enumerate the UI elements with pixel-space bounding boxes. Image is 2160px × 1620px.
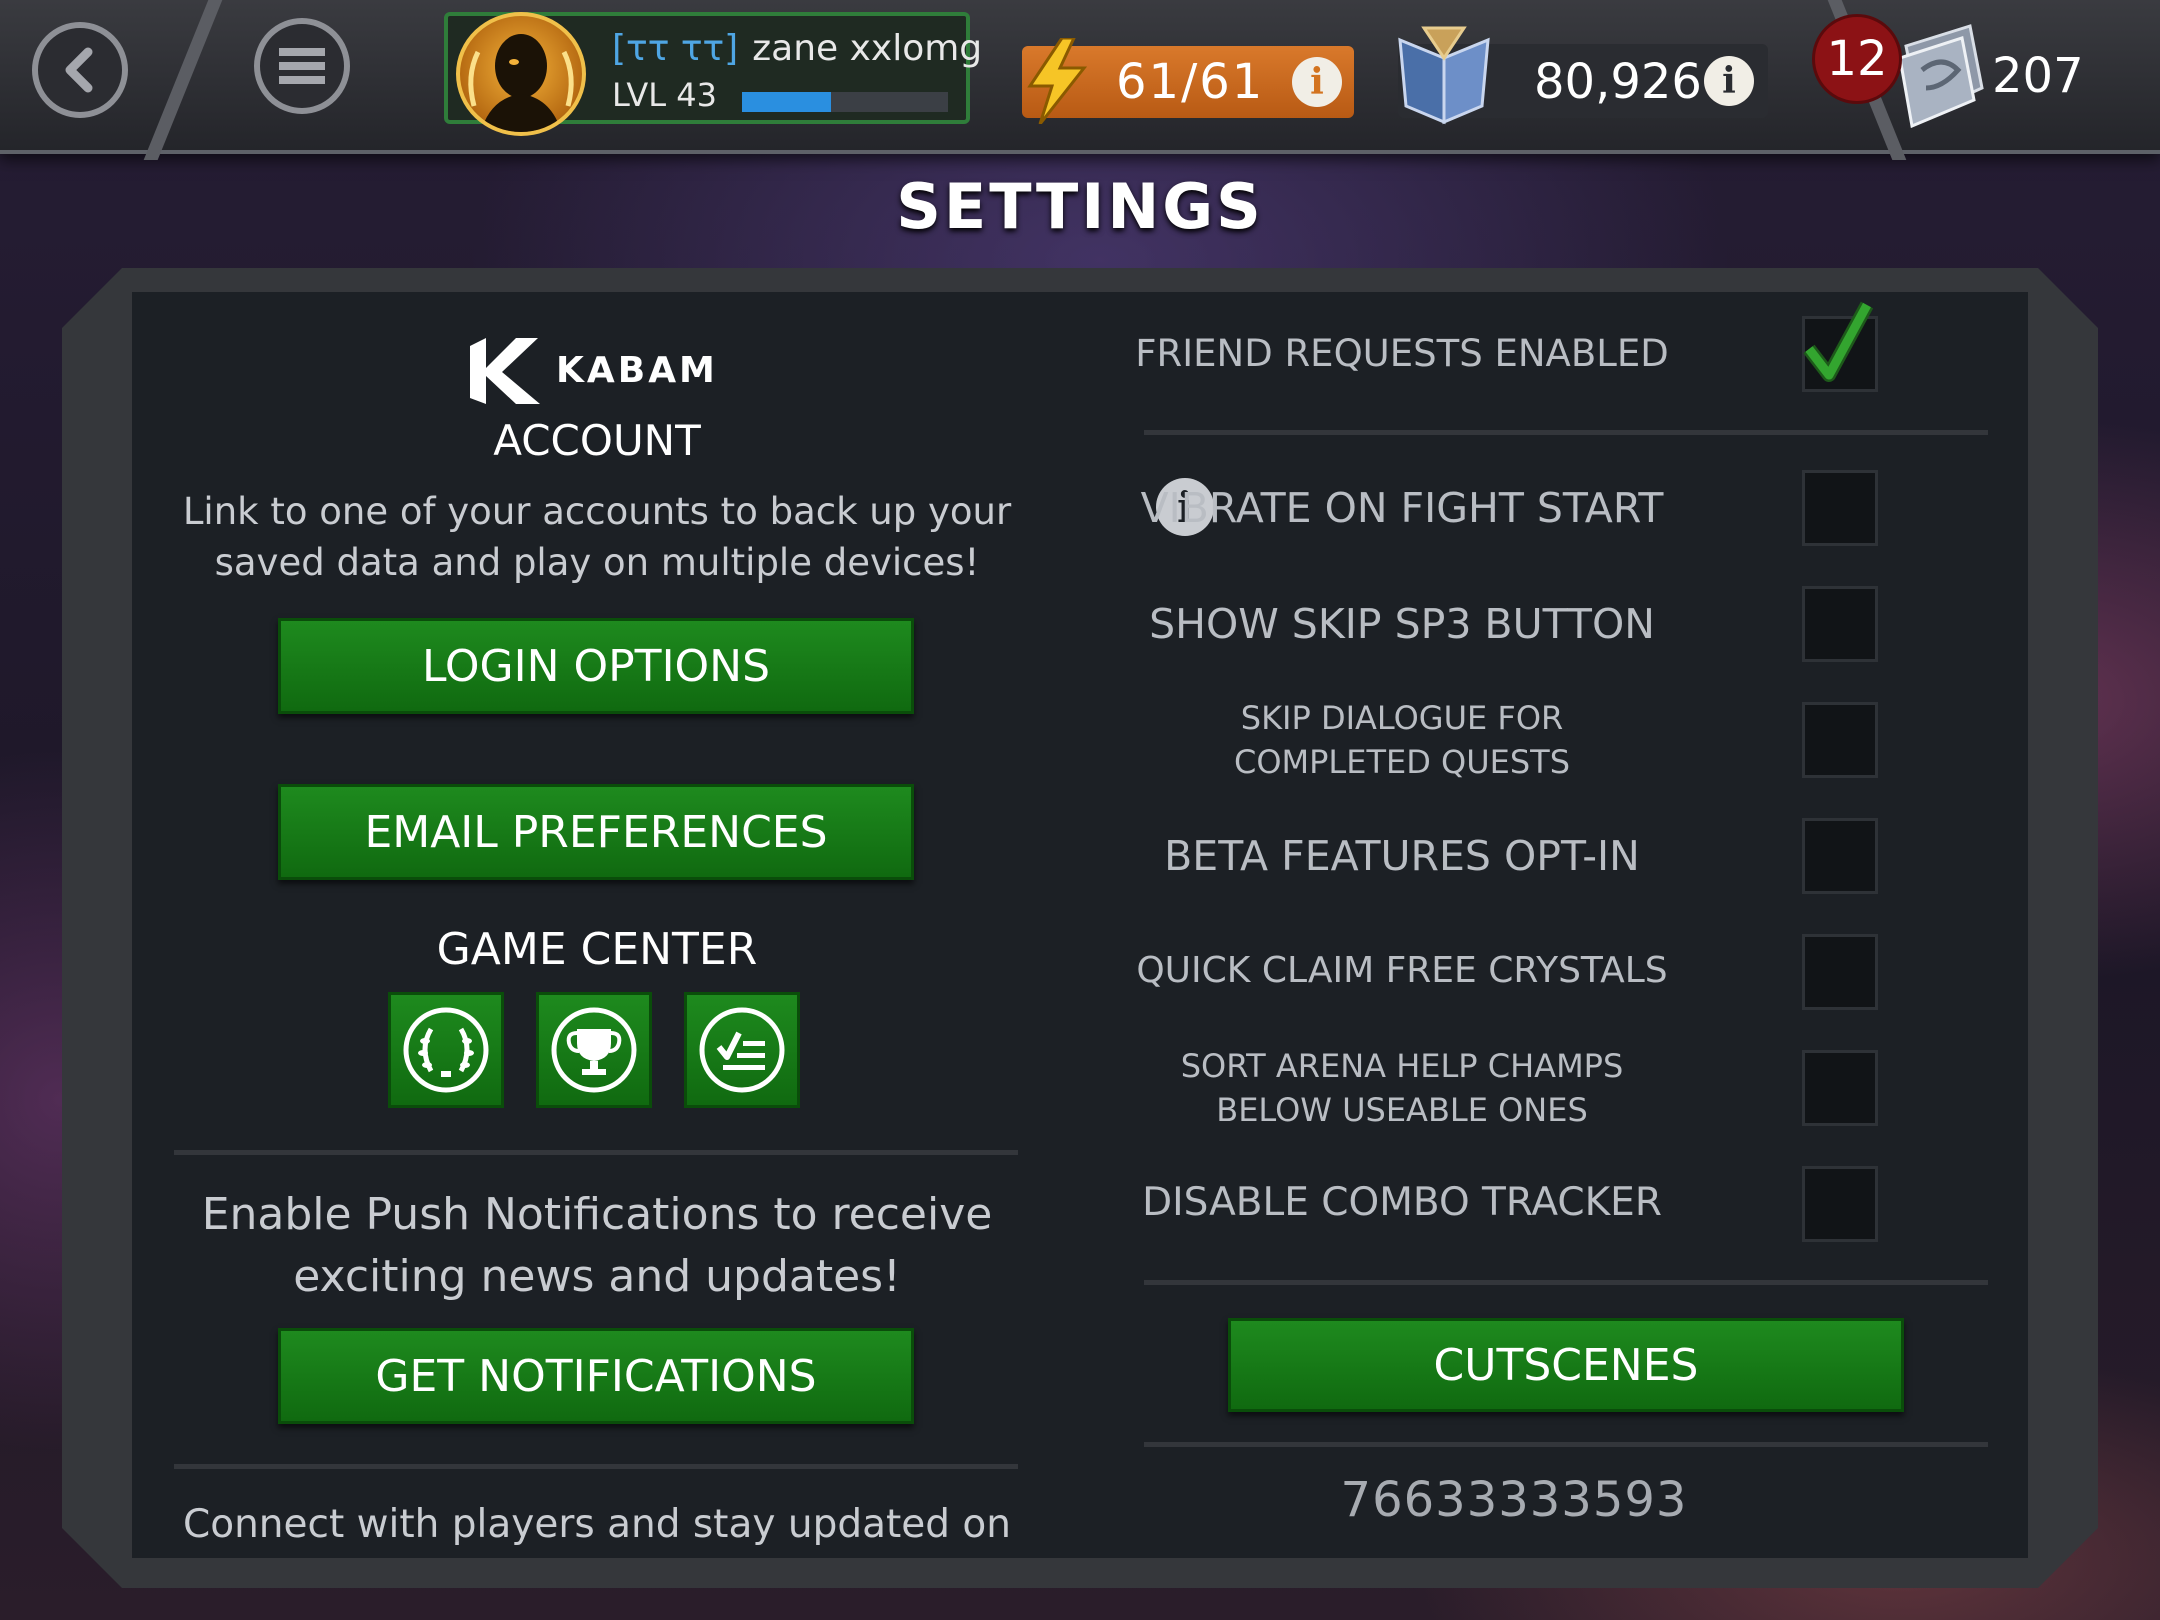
gold-meter[interactable]: 80,926 i <box>1398 26 1768 125</box>
settings-panel: KABAM ACCOUNT Link to one of your accoun… <box>132 292 2028 1558</box>
hamburger-menu-icon <box>279 48 325 84</box>
left-divider-2 <box>174 1464 1018 1469</box>
combo-tracker-checkbox[interactable] <box>1802 1166 1878 1242</box>
kabam-brand: KABAM <box>556 350 718 391</box>
crystal-count: 207 <box>1992 48 2084 104</box>
kabam-logo: KABAM <box>466 336 726 406</box>
skip-sp3-label: SHOW SKIP SP3 BUTTON <box>1149 600 1655 648</box>
checkmark-icon <box>1803 301 1874 382</box>
account-description-line1: Link to one of your accounts to back up … <box>182 490 1012 533</box>
friend-requests-label: FRIEND REQUESTS ENABLED <box>1135 332 1669 375</box>
push-description-line2: exciting news and updates! <box>293 1251 901 1302</box>
push-description: Enable Push Notifications to receive exc… <box>132 1184 1062 1308</box>
xp-progress-fill <box>742 92 831 112</box>
vibrate-checkbox[interactable] <box>1802 470 1878 546</box>
laurel-wreath-icon <box>403 1007 489 1093</box>
right-divider-2 <box>1144 1280 1988 1285</box>
xp-progress-bar <box>742 92 948 112</box>
alliance-tag: [ττ ττ] <box>612 28 739 69</box>
bar-divider <box>143 0 227 160</box>
account-heading: ACCOUNT <box>493 416 701 465</box>
trophy-icon <box>551 1007 637 1093</box>
game-center-heading: GAME CENTER <box>436 924 758 975</box>
push-description-line1: Enable Push Notifications to receive <box>201 1189 993 1240</box>
player-profile-card[interactable]: [ττ ττ] zane xxlomg LVL 43 <box>444 12 982 136</box>
left-divider-1 <box>174 1150 1018 1155</box>
lightning-bolt-icon <box>1027 38 1088 124</box>
sort-arena-line2: BELOW USEABLE ONES <box>1216 1091 1588 1129</box>
beta-features-checkbox[interactable] <box>1802 818 1878 894</box>
quick-claim-label: QUICK CLAIM FREE CRYSTALS <box>1136 950 1668 991</box>
vibrate-label: VIBRATE ON FIGHT START <box>1140 484 1664 532</box>
beta-features-label: BETA FEATURES OPT-IN <box>1164 832 1640 880</box>
leaderboards-button[interactable] <box>536 992 652 1108</box>
kabam-k-icon <box>470 338 540 404</box>
player-name-line: [ττ ττ] zane xxlomg <box>612 28 982 69</box>
sort-arena-checkbox[interactable] <box>1802 1050 1878 1126</box>
skip-dialogue-line2: COMPLETED QUESTS <box>1233 743 1571 781</box>
account-description-line2: saved data and play on multiple devices! <box>214 541 980 584</box>
gold-crystal-icon <box>1398 26 1490 125</box>
skip-dialogue-line1: SKIP DIALOGUE FOR <box>1240 699 1564 737</box>
player-avatar <box>456 12 586 136</box>
connect-text: Connect with players and stay updated on <box>182 1502 1011 1547</box>
cutscenes-button[interactable]: CUTSCENES <box>1228 1318 1904 1412</box>
achievements-button[interactable] <box>388 992 504 1108</box>
back-button[interactable] <box>32 22 128 118</box>
email-preferences-button[interactable]: EMAIL PREFERENCES <box>278 784 914 880</box>
checklist-icon <box>699 1007 785 1093</box>
right-divider-1 <box>1144 430 1988 435</box>
chevron-left-icon <box>65 47 93 93</box>
page-title: SETTINGS <box>896 170 1264 243</box>
player-name: zane xxlomg <box>752 28 983 69</box>
login-options-button[interactable]: LOGIN OPTIONS <box>278 618 914 714</box>
skip-sp3-checkbox[interactable] <box>1802 586 1878 662</box>
account-description: Link to one of your accounts to back up … <box>132 486 1062 588</box>
friend-requests-checkbox[interactable] <box>1802 301 1878 392</box>
sort-arena-label: SORT ARENA HELP CHAMPS BELOW USEABLE ONE… <box>1132 1044 1672 1132</box>
energy-info-icon[interactable]: i <box>1292 57 1342 107</box>
gold-info-icon[interactable]: i <box>1704 56 1754 106</box>
get-notifications-button[interactable]: GET NOTIFICATIONS <box>278 1328 914 1424</box>
gold-value: 80,926 <box>1534 54 1702 110</box>
crystal-stack-icon[interactable] <box>1886 18 1996 128</box>
energy-value: 61/61 <box>1116 54 1265 110</box>
challenges-button[interactable] <box>684 992 800 1108</box>
skip-dialogue-checkbox[interactable] <box>1802 702 1878 778</box>
quick-claim-checkbox[interactable] <box>1802 934 1878 1010</box>
champion-portrait-icon <box>468 34 574 132</box>
right-divider-3 <box>1144 1442 1988 1447</box>
skip-dialogue-label: SKIP DIALOGUE FOR COMPLETED QUESTS <box>1132 696 1672 784</box>
player-id: 76633333593 <box>1340 1472 1688 1528</box>
combo-tracker-label: DISABLE COMBO TRACKER <box>1142 1180 1662 1225</box>
menu-button[interactable] <box>254 18 350 114</box>
energy-meter[interactable]: 61/61 i <box>1022 38 1354 124</box>
notification-count-badge[interactable]: 12 <box>1812 14 1902 104</box>
player-level: LVL 43 <box>612 76 717 114</box>
sort-arena-line1: SORT ARENA HELP CHAMPS <box>1180 1047 1624 1085</box>
top-bar: [ττ ττ] zane xxlomg LVL 43 61/61 i 80,926… <box>0 0 2160 160</box>
